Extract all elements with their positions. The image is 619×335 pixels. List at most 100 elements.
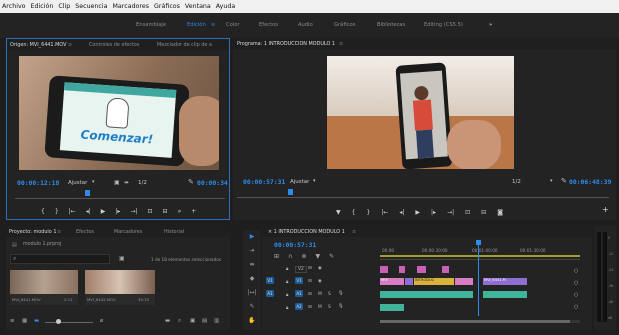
solo-icon[interactable]: S: [328, 305, 331, 310]
add-button-icon[interactable]: +: [602, 205, 609, 214]
lock-icon[interactable]: 🔒︎: [286, 279, 288, 285]
workspace-bibliotecas[interactable]: Bibliotecas: [377, 22, 405, 28]
timeline-playhead[interactable]: [478, 244, 479, 316]
mute-icon[interactable]: M: [318, 292, 322, 297]
list-view-icon[interactable]: ≡: [10, 318, 15, 324]
dropdown-arrow-icon[interactable]: ▾: [313, 178, 316, 184]
mark-in-icon[interactable]: {: [41, 208, 45, 215]
search-input[interactable]: [10, 254, 110, 264]
program-fit-dropdown[interactable]: Ajustar: [290, 179, 309, 185]
timeline-menu-icon[interactable]: ≡: [352, 229, 356, 235]
go-to-in-icon[interactable]: |←: [69, 208, 76, 215]
lock-icon[interactable]: 🔒︎: [286, 292, 288, 298]
timeline-clip-v2[interactable]: [380, 266, 388, 273]
eye-icon[interactable]: ◉: [318, 279, 322, 284]
lock-icon[interactable]: 🔒︎: [286, 266, 288, 272]
tab-markers[interactable]: Marcadores: [114, 229, 142, 235]
step-forward-icon[interactable]: |▸: [115, 208, 120, 215]
menu-secuencia[interactable]: Secuencia: [75, 3, 107, 10]
work-area-bar[interactable]: [380, 255, 580, 257]
linked-selection-icon[interactable]: ⊗: [301, 253, 306, 260]
program-timecode-in[interactable]: 00:00:57:31: [243, 178, 285, 186]
freeform-view-icon[interactable]: ▬: [34, 318, 39, 324]
find-icon[interactable]: ⌕: [178, 318, 181, 325]
program-playhead[interactable]: [288, 189, 293, 195]
sync-lock-icon[interactable]: ⊟: [308, 305, 312, 310]
go-to-in-icon[interactable]: |←: [381, 209, 388, 216]
go-to-out-icon[interactable]: →|: [447, 209, 454, 216]
workspace-more-icon[interactable]: »: [489, 22, 492, 28]
ripple-edit-icon[interactable]: ⇼: [246, 261, 258, 271]
track-label[interactable]: A2: [295, 303, 303, 310]
sync-lock-icon[interactable]: ⊟: [308, 292, 312, 297]
project-item[interactable]: MVI_6442.MOV 35:15: [85, 270, 155, 305]
source-patch-v1[interactable]: V1: [266, 277, 274, 284]
source-resolution-dropdown[interactable]: 1/2: [138, 180, 147, 186]
tab-program[interactable]: Programa: 1 INTRODUCCION MODULO 1: [237, 41, 335, 47]
dropdown-arrow-icon[interactable]: ▾: [92, 179, 95, 185]
project-item[interactable]: MVI_6441.MOV 2:11: [10, 270, 78, 305]
automate-icon[interactable]: ▬: [165, 318, 170, 324]
keyframe-toggle-icon[interactable]: ○: [574, 280, 578, 286]
workspace-audio[interactable]: Audio: [298, 22, 313, 28]
wrench-icon[interactable]: ✎: [561, 177, 567, 185]
tab-timeline[interactable]: × 1 INTRODUCCION MODULO 1: [268, 229, 345, 235]
slip-tool-icon[interactable]: |↔|: [246, 289, 258, 299]
source-timecode-in[interactable]: 00:00:12:18: [17, 179, 59, 187]
tab-project[interactable]: Proyecto: modulo 1: [9, 229, 56, 235]
timeline-clip-v1[interactable]: MVI: [380, 278, 404, 285]
lift-icon[interactable]: ⊡: [465, 209, 470, 216]
menu-marcadores[interactable]: Marcadores: [113, 3, 150, 10]
source-playhead[interactable]: [85, 190, 90, 196]
more-controls-icon[interactable]: »: [178, 208, 182, 215]
timeline-clip-a1[interactable]: [483, 291, 527, 298]
insert-icon[interactable]: ⊡: [148, 208, 153, 215]
microphone-icon[interactable]: 🎙︎: [338, 291, 344, 296]
workspace-editing[interactable]: Editing (CS5.5): [424, 22, 463, 28]
menu-ventana[interactable]: Ventana: [185, 3, 211, 10]
zoom-slider[interactable]: [45, 322, 93, 323]
microphone-icon[interactable]: 🎙︎: [338, 304, 344, 309]
icon-view-icon[interactable]: ▦: [22, 318, 27, 324]
dropdown-arrow-icon[interactable]: ▾: [550, 178, 553, 184]
mark-out-icon[interactable]: }: [366, 209, 370, 216]
overwrite-icon[interactable]: ⊟: [163, 208, 168, 215]
step-forward-icon[interactable]: |▸: [431, 209, 436, 216]
sync-lock-icon[interactable]: ⊟: [308, 279, 312, 284]
nest-icon[interactable]: ⊞: [274, 253, 279, 260]
scrollbar-thumb[interactable]: [380, 320, 570, 323]
menu-graficos[interactable]: Gráficos: [154, 3, 180, 10]
resolution-icon[interactable]: ⇹: [124, 180, 129, 186]
workspace-edicion[interactable]: Edición: [187, 22, 206, 28]
program-menu-icon[interactable]: ≡: [339, 41, 343, 47]
export-frame-icon[interactable]: ◙: [497, 209, 503, 216]
mark-in-icon[interactable]: {: [352, 209, 356, 216]
program-resolution-dropdown[interactable]: 1/2: [512, 179, 521, 185]
menu-edicion[interactable]: Edición: [31, 3, 54, 10]
timeline-clip-a1[interactable]: [380, 291, 473, 298]
track-select-icon[interactable]: ⇥: [246, 247, 258, 257]
source-time-ruler[interactable]: [15, 194, 225, 199]
track-label[interactable]: V2: [295, 266, 307, 273]
tab-history[interactable]: Historial: [164, 229, 184, 235]
mute-icon[interactable]: M: [318, 305, 322, 310]
workspace-efectos[interactable]: Efectos: [259, 22, 278, 28]
keyframe-toggle-icon[interactable]: ○: [574, 268, 578, 274]
workspace-menu-icon[interactable]: ≡: [211, 22, 215, 28]
timeline-clip-v1[interactable]: [455, 278, 473, 285]
workspace-ensamblaje[interactable]: Ensamblaje: [136, 22, 166, 28]
project-menu-icon[interactable]: ≡: [57, 229, 61, 235]
add-button-icon[interactable]: +: [191, 208, 196, 215]
workspace-color[interactable]: Color: [226, 22, 240, 28]
trash-icon[interactable]: ▥: [214, 318, 219, 324]
sync-lock-icon[interactable]: ⊟: [308, 266, 312, 271]
workspace-graficos[interactable]: Gráficos: [334, 22, 355, 28]
sort-icon[interactable]: ⌀: [100, 318, 103, 324]
selection-tool-icon[interactable]: ▶: [246, 233, 258, 243]
snap-icon[interactable]: ∩: [288, 253, 292, 260]
tab-effects[interactable]: Efectos: [76, 229, 94, 235]
add-marker-icon[interactable]: ▼: [336, 209, 341, 216]
source-menu-icon[interactable]: ≡: [68, 42, 72, 48]
razor-icon[interactable]: ◆: [246, 275, 258, 285]
source-fit-dropdown[interactable]: Ajustar: [68, 180, 87, 186]
